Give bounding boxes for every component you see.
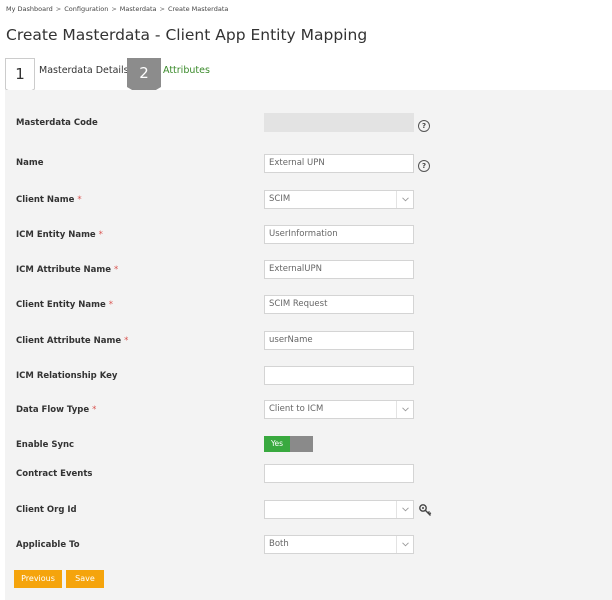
breadcrumb-separator: > (55, 5, 62, 13)
applicable-to-value: Both (269, 539, 289, 549)
icm-attribute-name-input[interactable]: ExternalUPN (264, 260, 414, 279)
breadcrumb-separator: > (111, 5, 117, 13)
data-flow-type-value: Client to ICM (269, 404, 324, 414)
icm-relationship-key-input[interactable] (264, 366, 414, 385)
data-flow-type-label-text: Data Flow Type (16, 405, 90, 415)
name-input[interactable]: External UPN (264, 154, 414, 173)
chevron-down-icon[interactable] (396, 536, 413, 553)
enable-sync-toggle[interactable]: Yes (264, 436, 313, 452)
icm-attribute-name-label-text: ICM Attribute Name (16, 265, 112, 275)
name-label: Name (16, 158, 44, 168)
client-entity-name-label-text: Client Entity Name (16, 300, 106, 310)
icm-entity-name-input[interactable]: UserInformation (264, 225, 414, 244)
contract-events-input[interactable] (264, 464, 414, 483)
required-marker: * (92, 405, 97, 415)
breadcrumb-separator: > (159, 5, 165, 13)
masterdata-code-input (264, 113, 414, 132)
page-title: Create Masterdata - Client App Entity Ma… (6, 26, 368, 44)
client-name-select[interactable]: SCIM (264, 190, 414, 209)
lookup-key-icon[interactable] (418, 502, 432, 516)
icm-entity-name-label-text: ICM Entity Name (16, 230, 96, 240)
required-marker: * (108, 300, 113, 310)
icm-attribute-name-label: ICM Attribute Name * (16, 265, 118, 275)
client-name-value: SCIM (269, 194, 291, 204)
breadcrumb-dashboard[interactable]: My Dashboard (6, 5, 53, 13)
icm-entity-name-label: ICM Entity Name * (16, 230, 103, 240)
client-name-label-text: Client Name (16, 195, 75, 205)
required-marker: * (77, 195, 82, 205)
client-entity-name-input[interactable]: SCIM Request (264, 295, 414, 314)
enable-sync-toggle-on: Yes (264, 436, 290, 452)
masterdata-code-help-icon[interactable]: ? (418, 120, 430, 132)
chevron-down-icon[interactable] (396, 501, 413, 518)
chevron-down-icon[interactable] (396, 401, 413, 418)
applicable-to-label: Applicable To (16, 540, 80, 550)
data-flow-type-select[interactable]: Client to ICM (264, 400, 414, 419)
breadcrumb-masterdata[interactable]: Masterdata (120, 5, 157, 13)
data-flow-type-label: Data Flow Type * (16, 405, 96, 415)
tab-attributes-label[interactable]: Attributes (163, 65, 210, 76)
contract-events-label: Contract Events (16, 469, 93, 479)
required-marker: * (114, 265, 119, 275)
icm-relationship-key-label: ICM Relationship Key (16, 371, 118, 381)
breadcrumb: My Dashboard > Configuration > Masterdata > Cr… (6, 5, 228, 13)
client-entity-name-label: Client Entity Name * (16, 300, 113, 310)
required-marker: * (98, 230, 103, 240)
breadcrumb-create-masterdata: Create Masterdata (167, 5, 229, 13)
required-marker: * (124, 336, 129, 346)
previous-button[interactable]: Previous (14, 570, 62, 588)
tab-masterdata-details-label[interactable]: Masterdata Details (39, 65, 129, 76)
client-attribute-name-label: Client Attribute Name * (16, 336, 128, 346)
client-attribute-name-label-text: Client Attribute Name (16, 336, 122, 346)
applicable-to-select[interactable]: Both (264, 535, 414, 554)
enable-sync-label: Enable Sync (16, 440, 75, 450)
client-attribute-name-input[interactable]: userName (264, 331, 414, 350)
wizard-tabs: 1 Masterdata Details 2 Attributes (5, 58, 612, 98)
chevron-down-icon[interactable] (396, 191, 413, 208)
client-org-id-label: Client Org Id (16, 505, 77, 515)
save-button[interactable]: Save (66, 570, 104, 588)
client-name-label: Client Name * (16, 195, 82, 205)
breadcrumb-configuration[interactable]: Configuration (64, 5, 108, 13)
masterdata-code-label: Masterdata Code (16, 118, 98, 128)
client-org-id-select[interactable] (264, 500, 414, 519)
tab-number-1: 1 (15, 65, 25, 83)
name-help-icon[interactable]: ? (418, 160, 430, 172)
tab-number-2: 2 (139, 64, 149, 82)
